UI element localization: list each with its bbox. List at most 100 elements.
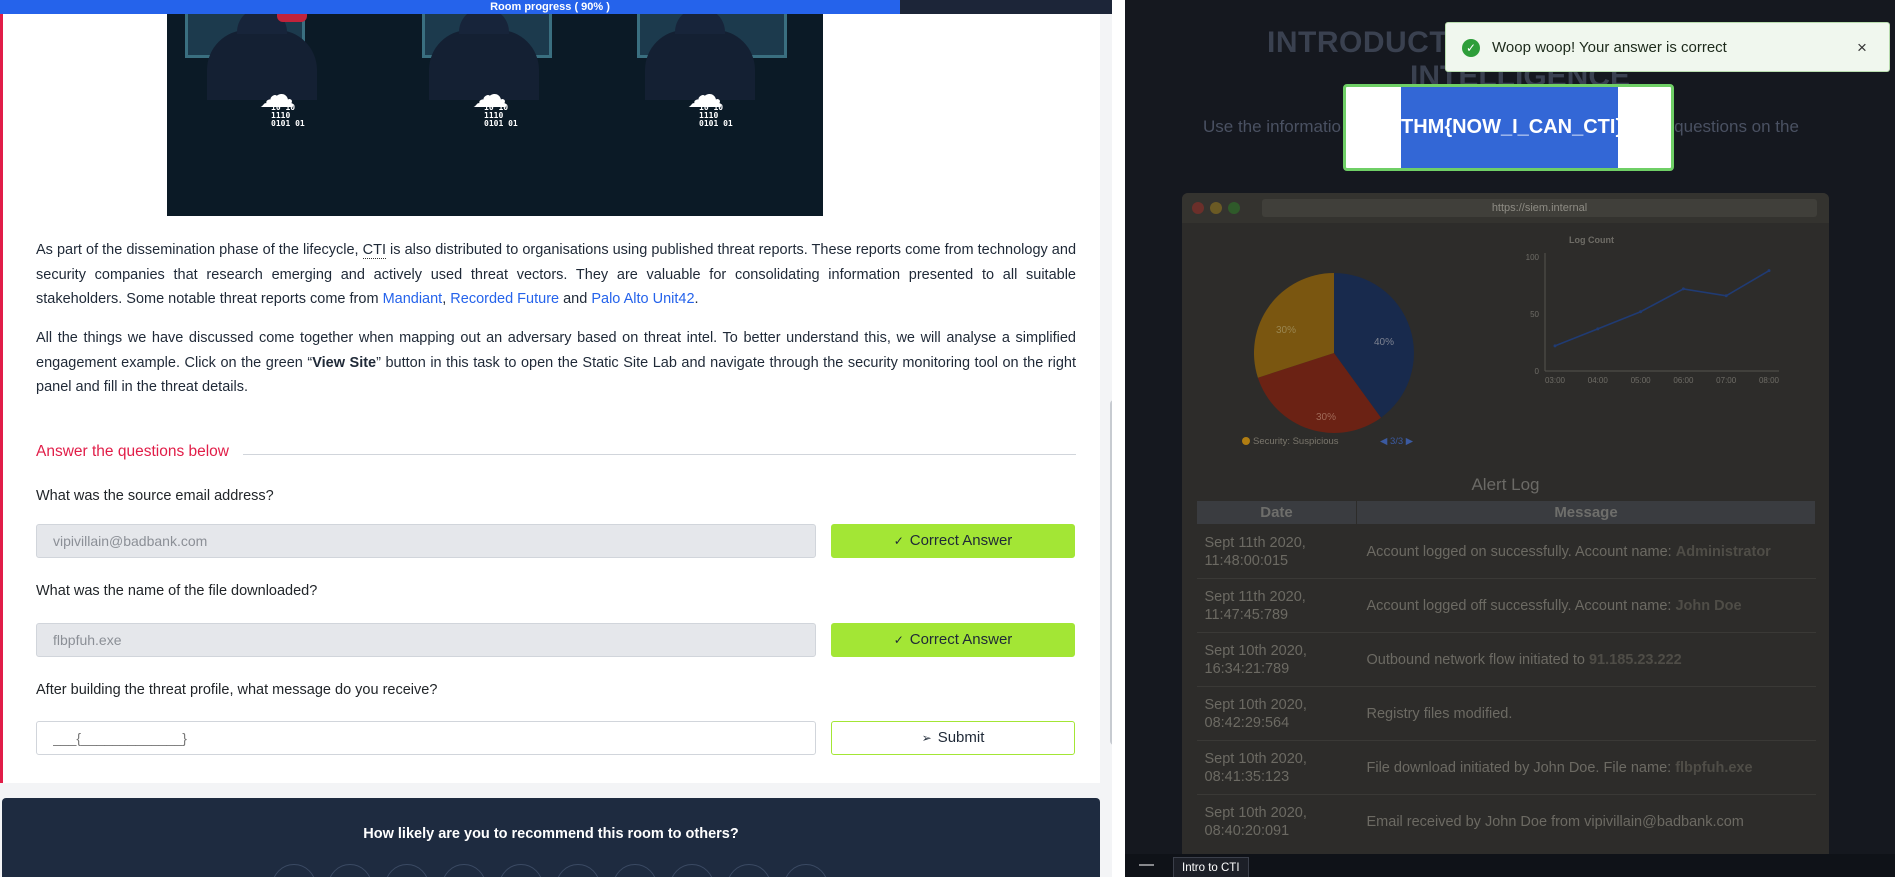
message-text: File download initiated by John Doe. Fil… [1366,759,1676,776]
column-header-date: Date [1196,500,1357,525]
pie-chart: 40% 30% 30% [1254,273,1414,433]
question-2-label: What was the name of the file downloaded… [36,583,318,599]
rating-option[interactable] [556,864,600,877]
cell-message: File download initiated by John Doe. Fil… [1356,740,1816,795]
taskbar: — Intro to CTI [1125,854,1895,877]
question-3-submit-button[interactable]: ➢ Submit [831,721,1075,755]
task-card: ☁ 10 10 1110 0101 01 ☁ 10 10 1110 0101 01 ☁ 10 … [0,0,1100,783]
log-count-line [1554,269,1770,347]
question-1-correct-button[interactable]: ✓ Correct Answer [831,524,1075,558]
table-row: Sept 10th 2020, 08:41:35:123 File downloa… [1196,740,1816,795]
recorded-future-link[interactable]: Recorded Future [450,291,559,307]
flag-modal: THM{NOW_I_CAN_CTI} [1343,84,1674,171]
cloud-data-icon: ☁ 10 10 1110 0101 01 [687,75,733,128]
recommend-card: How likely are you to recommend this roo… [2,798,1100,877]
check-circle-icon: ✓ [1462,39,1480,57]
check-icon: ✓ [893,534,904,548]
message-text: Registry files modified. [1366,705,1513,722]
alert-log-table: Date Message Sept 11th 2020, 11:48:00:01… [1196,500,1816,849]
cell-date: Sept 10th 2020, 16:34:21:789 [1196,632,1357,687]
rating-option[interactable] [613,864,657,877]
x-tick-label: 04:00 [1588,376,1609,385]
pager-label: 3/3 [1389,436,1404,447]
site-subtitle-end: e questions on the [1660,117,1799,136]
browser-titlebar: https://siem.internal [1182,193,1829,223]
flag-text[interactable]: THM{NOW_I_CAN_CTI} [1401,87,1623,168]
message-text: Email received by John Doe from vipivill… [1366,813,1744,830]
chart-title: Log Count [1569,235,1614,245]
cell-message: Registry files modified. [1356,686,1816,741]
alert-log-title: Alert Log [1471,475,1540,494]
column-header-message: Message [1356,500,1816,525]
address-bar[interactable]: https://siem.internal [1262,199,1817,217]
cell-message: Outbound network flow initiated to 91.18… [1356,632,1816,687]
button-label: Correct Answer [909,532,1013,549]
y-tick-label: 50 [1530,310,1539,319]
data-point [1596,327,1600,331]
question-1-answer-input[interactable] [36,524,816,558]
taskbar-tab[interactable]: Intro to CTI [1173,857,1249,877]
rating-option[interactable] [328,864,372,877]
rating-option[interactable] [670,864,714,877]
question-2-answer-input[interactable] [36,623,816,657]
x-tick-label: 07:00 [1716,376,1737,385]
maximize-dot-icon[interactable] [1228,202,1240,214]
question-3-answer-input[interactable] [36,721,816,755]
site-title: INTRODUCTI [1267,26,1457,59]
cell-message: Email received by John Doe from vipivill… [1356,794,1816,849]
button-label: Submit [937,729,985,746]
cell-date: Sept 10th 2020, 08:40:20:091 [1196,794,1357,849]
y-tick-label: 100 [1526,253,1540,262]
table-row: Sept 10th 2020, 08:40:20:091 Email receiv… [1196,794,1816,849]
legend-label: Security: Suspicious [1253,436,1339,447]
y-tick-label: 0 [1535,367,1540,376]
minimize-dot-icon[interactable] [1210,202,1222,214]
rating-option[interactable] [499,864,543,877]
rating-option[interactable] [784,864,828,877]
cell-message: Account logged on successfully. Account … [1356,524,1816,579]
palo-alto-unit42-link[interactable]: Palo Alto Unit42 [591,291,694,307]
line-chart: Log Count 0 50 100 03:00 04:00 05:00 06:00 07:00… [1526,235,1780,385]
siem-window: https://siem.internal 40% 30% 30% Securi… [1182,193,1829,877]
separator: . [694,291,699,307]
x-tick-label: 08:00 [1759,376,1780,385]
data-point [1724,294,1728,298]
task-illustration: ☁ 10 10 1110 0101 01 ☁ 10 10 1110 0101 01 ☁ 10 … [167,0,823,216]
pie-label: 40% [1374,337,1394,348]
data-point [1767,269,1771,273]
cell-date: Sept 10th 2020, 08:41:35:123 [1196,740,1357,795]
rating-option[interactable] [272,864,316,877]
table-header-row: Date Message [1196,500,1816,525]
message-highlight: John Doe [1675,597,1742,614]
button-label: Correct Answer [909,631,1013,648]
paragraph-dissemination: As part of the dissemination phase of th… [36,238,1076,312]
cloud-data-icon: ☁ 10 10 1110 0101 01 [472,75,518,128]
send-icon: ➢ [921,731,932,745]
answer-section-title: Answer the questions below [36,443,244,460]
question-2-correct-button[interactable]: ✓ Correct Answer [831,623,1075,657]
message-text: Account logged on successfully. Account … [1366,543,1676,560]
pie-pager[interactable]: ◀ 3/3 ▶ [1380,436,1413,447]
table-row: Sept 11th 2020, 11:47:45:789 Account logg… [1196,578,1816,633]
rating-option[interactable] [385,864,429,877]
site-subtitle: Use the informatio [1203,117,1341,136]
rating-option[interactable] [442,864,486,877]
rating-option[interactable] [727,864,771,877]
question-3-label: After building the threat profile, what … [36,682,438,698]
room-progress-bar: Room progress ( 90% ) [0,0,1112,14]
close-icon[interactable]: × [1857,38,1867,58]
recommend-title: How likely are you to recommend this roo… [363,826,739,842]
table-row: Sept 11th 2020, 11:48:00:015 Account logg… [1196,524,1816,579]
pie-label: 30% [1276,325,1296,336]
pane-divider[interactable] [1112,0,1125,877]
cell-date: Sept 11th 2020, 11:48:00:015 [1196,524,1357,579]
data-point [1681,287,1685,291]
legend-swatch [1242,437,1250,445]
answer-section-header: Answer the questions below [36,443,1076,465]
message-highlight: 91.185.23.222 [1588,651,1682,668]
close-dot-icon[interactable] [1192,202,1204,214]
data-point [1553,344,1557,348]
minimize-icon[interactable]: — [1139,856,1154,873]
table-row: Sept 10th 2020, 16:34:21:789 Outbound net… [1196,632,1816,687]
mandiant-link[interactable]: Mandiant [383,291,443,307]
